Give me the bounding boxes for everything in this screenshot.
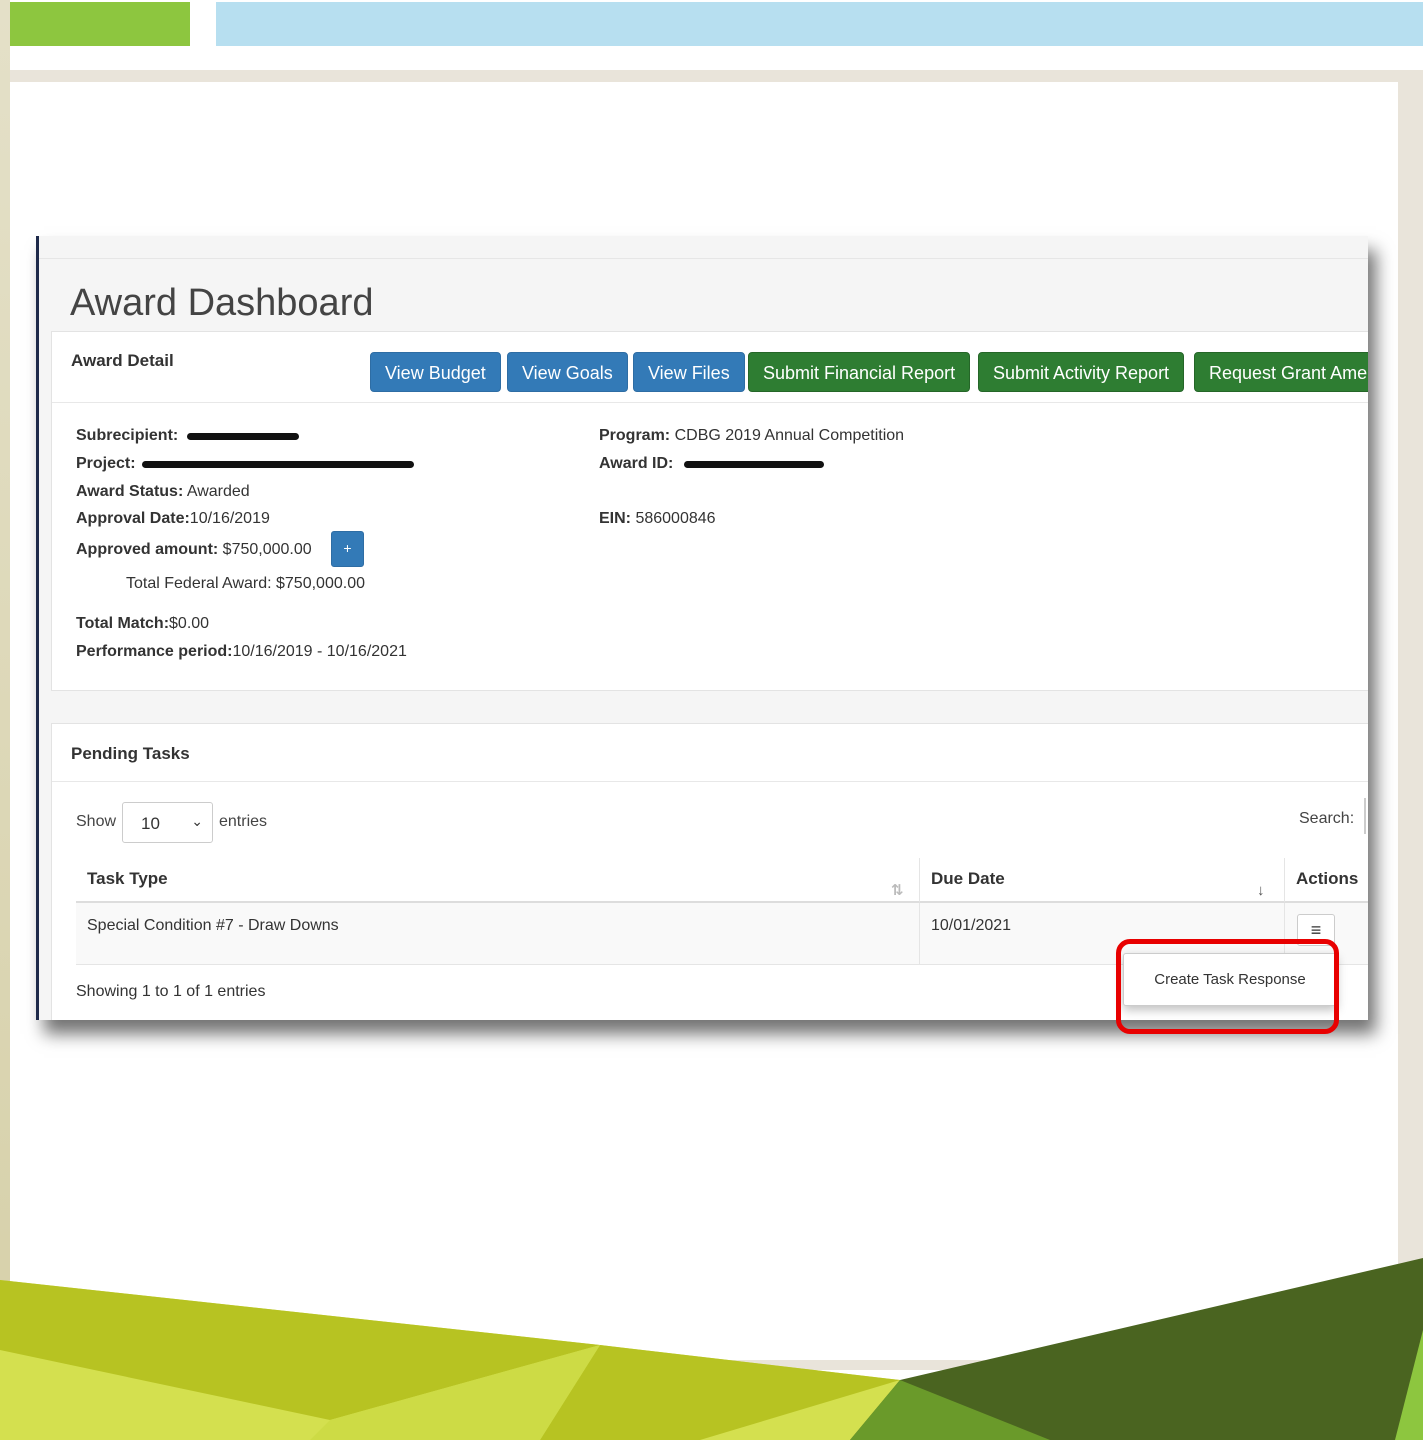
column-label: Due Date: [931, 869, 1005, 888]
top-divider: [39, 258, 1368, 259]
total-match-value: $0.00: [169, 615, 210, 632]
approval-date-field: Approval Date:10/16/2019: [76, 510, 270, 528]
pending-tasks-header: Pending Tasks: [52, 724, 1368, 782]
award-detail-card: Award Detail View Budget View Goals View…: [51, 331, 1368, 691]
search-label: Search:: [1299, 810, 1355, 827]
redaction-mark: [142, 461, 414, 468]
award-status-label: Award Status:: [76, 483, 184, 500]
redaction-mark: [684, 461, 824, 468]
ein-label: EIN:: [599, 510, 631, 527]
award-detail-header: Award Detail View Budget View Goals View…: [52, 332, 1368, 403]
hamburger-icon: ≡: [1310, 920, 1322, 940]
award-status-field: Award Status: Awarded: [76, 483, 250, 501]
redaction-mark: [187, 433, 299, 440]
page-title: Award Dashboard: [70, 282, 374, 324]
subrecipient-label: Subrecipient:: [76, 427, 179, 444]
column-header-due-date[interactable]: Due Date ↓: [920, 858, 1285, 903]
table-info: Showing 1 to 1 of 1 entries: [76, 983, 266, 1000]
entries-per-page-select[interactable]: 10 ⌄: [122, 802, 213, 843]
approved-amount-field: Approved amount: $750,000.00: [76, 541, 312, 559]
total-match-label: Total Match:: [76, 615, 170, 632]
approved-amount-value: $750,000.00: [222, 541, 312, 558]
entries-select-value: 10: [141, 814, 160, 833]
ein-value: 586000846: [635, 510, 716, 527]
program-label: Program:: [599, 427, 671, 444]
award-detail-title: Award Detail: [71, 351, 174, 370]
red-highlight-box: [1116, 939, 1339, 1034]
request-grant-amendment-button[interactable]: Request Grant Ame: [1194, 352, 1368, 392]
project-label: Project:: [76, 455, 136, 472]
total-federal-award: Total Federal Award: $750,000.00: [126, 575, 365, 592]
expand-amount-button[interactable]: +: [331, 531, 364, 567]
chevron-down-icon: ⌄: [191, 813, 203, 829]
award-status-value: Awarded: [186, 483, 250, 500]
column-label: Actions: [1296, 869, 1359, 888]
approved-amount-label: Approved amount:: [76, 541, 219, 558]
view-goals-button[interactable]: View Goals: [507, 352, 628, 392]
program-value: CDBG 2019 Annual Competition: [674, 427, 905, 444]
approval-date-value: 10/16/2019: [189, 510, 270, 527]
approval-date-label: Approval Date:: [76, 510, 190, 527]
column-label: Task Type: [87, 869, 168, 888]
column-header-task-type[interactable]: Task Type ⇅: [76, 858, 920, 903]
award-id-field: Award ID:: [599, 455, 673, 473]
award-dashboard-screenshot: Award Dashboard Award Detail View Budget…: [36, 236, 1368, 1020]
program-field: Program: CDBG 2019 Annual Competition: [599, 427, 904, 445]
performance-period-value: 10/16/2019 - 10/16/2021: [232, 643, 407, 660]
entries-label: entries: [219, 813, 268, 830]
submit-financial-report-button[interactable]: Submit Financial Report: [748, 352, 971, 392]
submit-activity-report-button[interactable]: Submit Activity Report: [978, 352, 1185, 392]
search-input[interactable]: [1364, 798, 1366, 834]
show-label: Show: [76, 813, 117, 830]
column-header-actions: Actions: [1285, 858, 1368, 903]
pending-tasks-title: Pending Tasks: [71, 744, 190, 763]
performance-period-field: Performance period:10/16/2019 - 10/16/20…: [76, 643, 407, 661]
total-match-field: Total Match:$0.00: [76, 615, 209, 633]
table-cell-task-type: Special Condition #7 - Draw Downs: [76, 903, 920, 965]
performance-period-label: Performance period:: [76, 643, 233, 660]
subrecipient-field: Subrecipient:: [76, 427, 178, 445]
view-files-button[interactable]: View Files: [633, 352, 745, 392]
award-id-label: Award ID:: [599, 455, 674, 472]
project-field: Project:: [76, 455, 136, 473]
view-budget-button[interactable]: View Budget: [370, 352, 501, 392]
ein-field: EIN: 586000846: [599, 510, 716, 528]
